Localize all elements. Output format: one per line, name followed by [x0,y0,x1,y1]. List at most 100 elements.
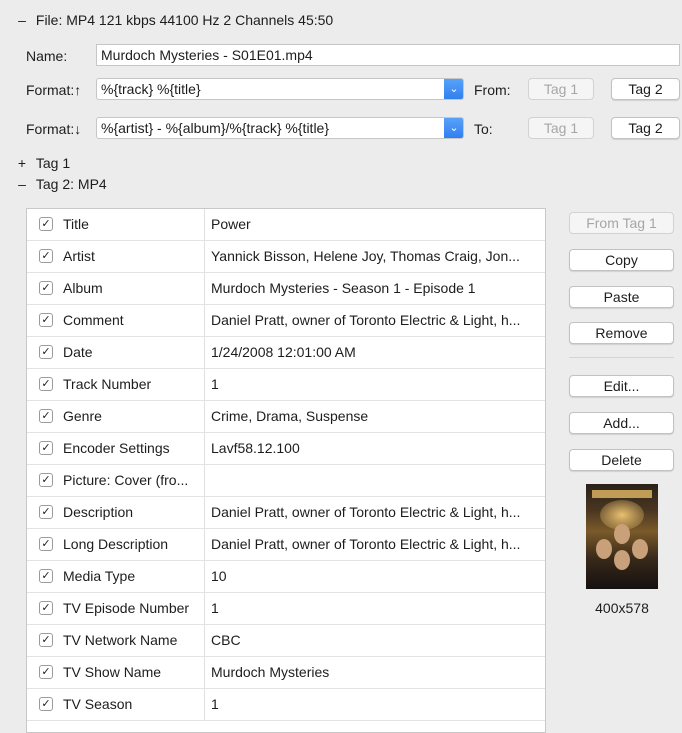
table-row[interactable]: ✓ Artist Yannick Bisson, Helene Joy, Tho… [27,241,545,273]
table-row[interactable]: ✓ TV Network Name CBC [27,625,545,657]
cover-art-thumbnail[interactable] [586,484,658,589]
enable-checkbox[interactable]: ✓ [39,697,53,711]
format-up-label: Format:↑ [26,82,82,98]
frame-name: Comment [63,312,124,328]
delete-button[interactable]: Delete [569,449,674,471]
copy-button[interactable]: Copy [569,249,674,271]
file-info-text: File: MP4 121 kbps 44100 Hz 2 Channels 4… [35,12,334,28]
frame-value[interactable]: Daniel Pratt, owner of Toronto Electric … [211,305,539,336]
cover-dimensions: 400x578 [595,600,649,616]
frame-value[interactable]: 1 [211,593,539,624]
enable-checkbox[interactable]: ✓ [39,665,53,679]
file-info-header: – File: MP4 121 kbps 44100 Hz 2 Channels… [16,12,333,28]
frame-name: Album [63,280,103,296]
table-row[interactable]: ✓ Encoder Settings Lavf58.12.100 [27,433,545,465]
table-row[interactable]: ✓ TV Show Name Murdoch Mysteries [27,657,545,689]
frame-name: Track Number [63,376,152,392]
frame-name: Encoder Settings [63,440,170,456]
collapse-file-toggle[interactable]: – [16,12,28,28]
format-down-label: Format:↓ [26,121,82,137]
enable-checkbox[interactable]: ✓ [39,249,53,263]
frame-name: Media Type [63,568,136,584]
frame-value[interactable]: Power [211,209,539,240]
format-down-value: %{artist} - %{album}/%{track} %{title} [101,120,330,136]
frame-value[interactable]: 1 [211,369,539,400]
paste-button[interactable]: Paste [569,286,674,308]
frame-name: Long Description [63,536,169,552]
table-row[interactable]: ✓ Date 1/24/2008 12:01:00 AM [27,337,545,369]
frame-value[interactable]: Murdoch Mysteries - Season 1 - Episode 1 [211,273,539,304]
table-row[interactable]: ✓ TV Season 1 [27,689,545,721]
frame-name: Title [63,216,89,232]
tag2-section-label: Tag 2: MP4 [35,176,107,192]
frame-name: TV Network Name [63,632,178,648]
frame-value[interactable]: Crime, Drama, Suspense [211,401,539,432]
table-row[interactable]: ✓ Description Daniel Pratt, owner of Tor… [27,497,545,529]
table-row[interactable]: ✓ Media Type 10 [27,561,545,593]
frame-value[interactable]: 10 [211,561,539,592]
button-separator [569,357,674,358]
name-label: Name: [26,48,68,64]
frame-name: TV Show Name [63,664,162,680]
format-up-combo[interactable]: %{track} %{title} ⌄ [96,78,464,100]
frame-name: TV Episode Number [63,600,190,616]
frame-value[interactable]: 1/24/2008 12:01:00 AM [211,337,539,368]
from-tag-button[interactable]: From Tag 1 [569,212,674,234]
to-tag1-button[interactable]: Tag 1 [528,117,594,139]
format-up-value: %{track} %{title} [101,81,201,97]
chevron-down-icon[interactable]: ⌄ [444,79,463,99]
enable-checkbox[interactable]: ✓ [39,505,53,519]
enable-checkbox[interactable]: ✓ [39,601,53,615]
enable-checkbox[interactable]: ✓ [39,281,53,295]
table-row[interactable]: ✓ Genre Crime, Drama, Suspense [27,401,545,433]
frame-name: Artist [63,248,95,264]
table-row[interactable]: ✓ Album Murdoch Mysteries - Season 1 - E… [27,273,545,305]
name-field[interactable]: Murdoch Mysteries - S01E01.mp4 [96,44,680,66]
enable-checkbox[interactable]: ✓ [39,633,53,647]
table-row[interactable]: ✓ Comment Daniel Pratt, owner of Toronto… [27,305,545,337]
frame-name: Date [63,344,93,360]
enable-checkbox[interactable]: ✓ [39,569,53,583]
remove-button[interactable]: Remove [569,322,674,344]
frame-value[interactable]: Daniel Pratt, owner of Toronto Electric … [211,529,539,560]
frame-value[interactable]: Lavf58.12.100 [211,433,539,464]
frame-name: TV Season [63,696,133,712]
frame-value[interactable]: 1 [211,689,539,720]
frames-table[interactable]: ✓ Title Power ✓ Artist Yannick Bisson, H… [26,208,546,733]
from-label: From: [474,82,511,98]
enable-checkbox[interactable]: ✓ [39,441,53,455]
to-tag2-button[interactable]: Tag 2 [611,117,680,139]
add-button[interactable]: Add... [569,412,674,434]
from-tag1-button[interactable]: Tag 1 [528,78,594,100]
table-row[interactable]: ✓ Long Description Daniel Pratt, owner o… [27,529,545,561]
format-down-combo[interactable]: %{artist} - %{album}/%{track} %{title} ⌄ [96,117,464,139]
expand-icon[interactable]: + [16,155,28,171]
frame-name: Description [63,504,134,520]
collapse-icon[interactable]: – [16,176,28,192]
to-label: To: [474,121,493,137]
table-row[interactable]: ✓ Track Number 1 [27,369,545,401]
enable-checkbox[interactable]: ✓ [39,377,53,391]
edit-button[interactable]: Edit... [569,375,674,397]
table-row[interactable]: ✓ Picture: Cover (fro... [27,465,545,497]
frame-value[interactable]: Murdoch Mysteries [211,657,539,688]
enable-checkbox[interactable]: ✓ [39,217,53,231]
frame-value[interactable]: Daniel Pratt, owner of Toronto Electric … [211,497,539,528]
enable-checkbox[interactable]: ✓ [39,409,53,423]
frame-name: Picture: Cover (fro... [63,472,189,488]
frame-value[interactable] [211,465,539,496]
chevron-down-icon[interactable]: ⌄ [444,118,463,138]
tag2-section[interactable]: – Tag 2: MP4 [16,176,107,192]
tag1-section[interactable]: + Tag 1 [16,155,70,171]
frame-value[interactable]: CBC [211,625,539,656]
frame-name: Genre [63,408,102,424]
from-tag2-button[interactable]: Tag 2 [611,78,680,100]
enable-checkbox[interactable]: ✓ [39,537,53,551]
table-row[interactable]: ✓ Title Power [27,209,545,241]
frame-value[interactable]: Yannick Bisson, Helene Joy, Thomas Craig… [211,241,539,272]
table-row[interactable]: ✓ TV Episode Number 1 [27,593,545,625]
enable-checkbox[interactable]: ✓ [39,313,53,327]
enable-checkbox[interactable]: ✓ [39,345,53,359]
tag1-section-label: Tag 1 [35,155,71,171]
enable-checkbox[interactable]: ✓ [39,473,53,487]
